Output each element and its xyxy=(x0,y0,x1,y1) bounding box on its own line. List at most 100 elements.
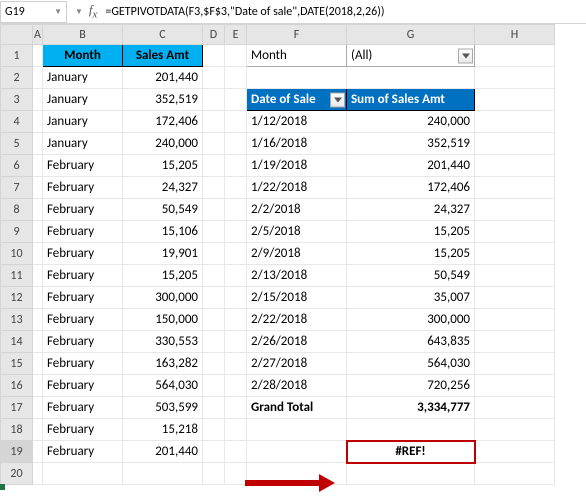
cell-D15[interactable] xyxy=(203,353,225,375)
cell-E1[interactable] xyxy=(225,45,247,67)
cell-H6[interactable] xyxy=(475,155,555,177)
cell-D2[interactable] xyxy=(203,67,225,89)
cell-C11[interactable]: 15,205 xyxy=(123,265,203,287)
cell-H10[interactable] xyxy=(475,243,555,265)
cell-A1[interactable] xyxy=(33,45,43,67)
cell-B20[interactable] xyxy=(43,463,123,485)
cell-G8[interactable]: 24,327 xyxy=(347,199,475,221)
cell-B2[interactable]: January xyxy=(43,67,123,89)
cell-C8[interactable]: 50,549 xyxy=(123,199,203,221)
cell-G18[interactable] xyxy=(347,419,475,441)
cell-H13[interactable] xyxy=(475,309,555,331)
cell-F10[interactable]: 2/9/2018 xyxy=(247,243,347,265)
cell-G20[interactable] xyxy=(347,463,475,485)
row-header[interactable]: 17 xyxy=(1,397,33,419)
row-header[interactable]: 16 xyxy=(1,375,33,397)
row-header[interactable]: 20 xyxy=(1,463,33,485)
row-header[interactable]: 1 xyxy=(1,45,33,67)
cell-H2[interactable] xyxy=(475,67,555,89)
cell-A19[interactable] xyxy=(33,441,43,463)
cell-B16[interactable]: February xyxy=(43,375,123,397)
cell-H8[interactable] xyxy=(475,199,555,221)
cell-F5[interactable]: 1/16/2018 xyxy=(247,133,347,155)
cell-F7[interactable]: 1/22/2018 xyxy=(247,177,347,199)
cell-F9[interactable]: 2/5/2018 xyxy=(247,221,347,243)
error-cell[interactable]: #REF! xyxy=(347,441,475,463)
cell-F1[interactable]: Month xyxy=(247,45,347,67)
cell-F4[interactable]: 1/12/2018 xyxy=(247,111,347,133)
cell-A14[interactable] xyxy=(33,331,43,353)
cell-F19[interactable] xyxy=(247,441,347,463)
cell-H3[interactable] xyxy=(475,89,555,111)
col-header[interactable]: H xyxy=(475,25,555,45)
row-header[interactable]: 7 xyxy=(1,177,33,199)
cell-C15[interactable]: 163,282 xyxy=(123,353,203,375)
col-header[interactable]: G xyxy=(347,25,475,45)
cell-G9[interactable]: 15,205 xyxy=(347,221,475,243)
cell-D6[interactable] xyxy=(203,155,225,177)
cell-C17[interactable]: 503,599 xyxy=(123,397,203,419)
cell-G3[interactable]: Sum of Sales Amt xyxy=(347,89,475,111)
cell-F16[interactable]: 2/28/2018 xyxy=(247,375,347,397)
row-header[interactable]: 15 xyxy=(1,353,33,375)
cell-D16[interactable] xyxy=(203,375,225,397)
cell-C2[interactable]: 201,440 xyxy=(123,67,203,89)
select-all-corner[interactable] xyxy=(1,25,33,45)
fx-icon[interactable]: fx xyxy=(89,2,97,21)
cell-D13[interactable] xyxy=(203,309,225,331)
cell-G17[interactable]: 3,334,777 xyxy=(347,397,475,419)
cell-H4[interactable] xyxy=(475,111,555,133)
cell-F11[interactable]: 2/13/2018 xyxy=(247,265,347,287)
cell-H19[interactable] xyxy=(475,441,555,463)
cell-F20[interactable] xyxy=(247,463,347,485)
name-box-dropdown-icon[interactable]: ▼ xyxy=(54,7,62,17)
cell-D7[interactable] xyxy=(203,177,225,199)
cell-A5[interactable] xyxy=(33,133,43,155)
cell-H9[interactable] xyxy=(475,221,555,243)
cell-C9[interactable]: 15,106 xyxy=(123,221,203,243)
cell-E2[interactable] xyxy=(225,67,247,89)
cell-D12[interactable] xyxy=(203,287,225,309)
cell-F2[interactable] xyxy=(247,67,347,89)
cell-A18[interactable] xyxy=(33,419,43,441)
cell-G14[interactable]: 643,835 xyxy=(347,331,475,353)
cell-C14[interactable]: 330,553 xyxy=(123,331,203,353)
cell-G13[interactable]: 300,000 xyxy=(347,309,475,331)
cell-E19[interactable] xyxy=(225,441,247,463)
cell-C19[interactable]: 201,440 xyxy=(123,441,203,463)
cell-D10[interactable] xyxy=(203,243,225,265)
cell-B10[interactable]: February xyxy=(43,243,123,265)
cell-A10[interactable] xyxy=(33,243,43,265)
cell-G12[interactable]: 35,007 xyxy=(347,287,475,309)
cell-C16[interactable]: 564,030 xyxy=(123,375,203,397)
cell-H17[interactable] xyxy=(475,397,555,419)
cell-H12[interactable] xyxy=(475,287,555,309)
cell-B11[interactable]: February xyxy=(43,265,123,287)
dropdown-icon[interactable]: ▼ xyxy=(75,7,83,17)
cell-H7[interactable] xyxy=(475,177,555,199)
cell-G15[interactable]: 564,030 xyxy=(347,353,475,375)
cell-B3[interactable]: January xyxy=(43,89,123,111)
cell-F6[interactable]: 1/19/2018 xyxy=(247,155,347,177)
cell-E17[interactable] xyxy=(225,397,247,419)
formula-input[interactable]: =GETPIVOTDATA(F3,$F$3,"Date of sale",DAT… xyxy=(105,5,586,19)
cell-D14[interactable] xyxy=(203,331,225,353)
cell-A11[interactable] xyxy=(33,265,43,287)
cell-A20[interactable] xyxy=(33,463,43,485)
cell-E5[interactable] xyxy=(225,133,247,155)
cell-C18[interactable]: 15,218 xyxy=(123,419,203,441)
row-header[interactable]: 9 xyxy=(1,221,33,243)
cell-B8[interactable]: February xyxy=(43,199,123,221)
cell-E20[interactable] xyxy=(225,463,247,485)
cell-F17[interactable]: Grand Total xyxy=(247,397,347,419)
cell-D18[interactable] xyxy=(203,419,225,441)
cell-B4[interactable]: January xyxy=(43,111,123,133)
cell-C1[interactable]: Sales Amt xyxy=(123,45,203,67)
cell-H15[interactable] xyxy=(475,353,555,375)
cell-E18[interactable] xyxy=(225,419,247,441)
cell-F15[interactable]: 2/27/2018 xyxy=(247,353,347,375)
cell-A12[interactable] xyxy=(33,287,43,309)
cell-F3[interactable]: Date of Sale xyxy=(247,89,347,111)
cell-B19[interactable]: February xyxy=(43,441,123,463)
cell-G6[interactable]: 201,440 xyxy=(347,155,475,177)
